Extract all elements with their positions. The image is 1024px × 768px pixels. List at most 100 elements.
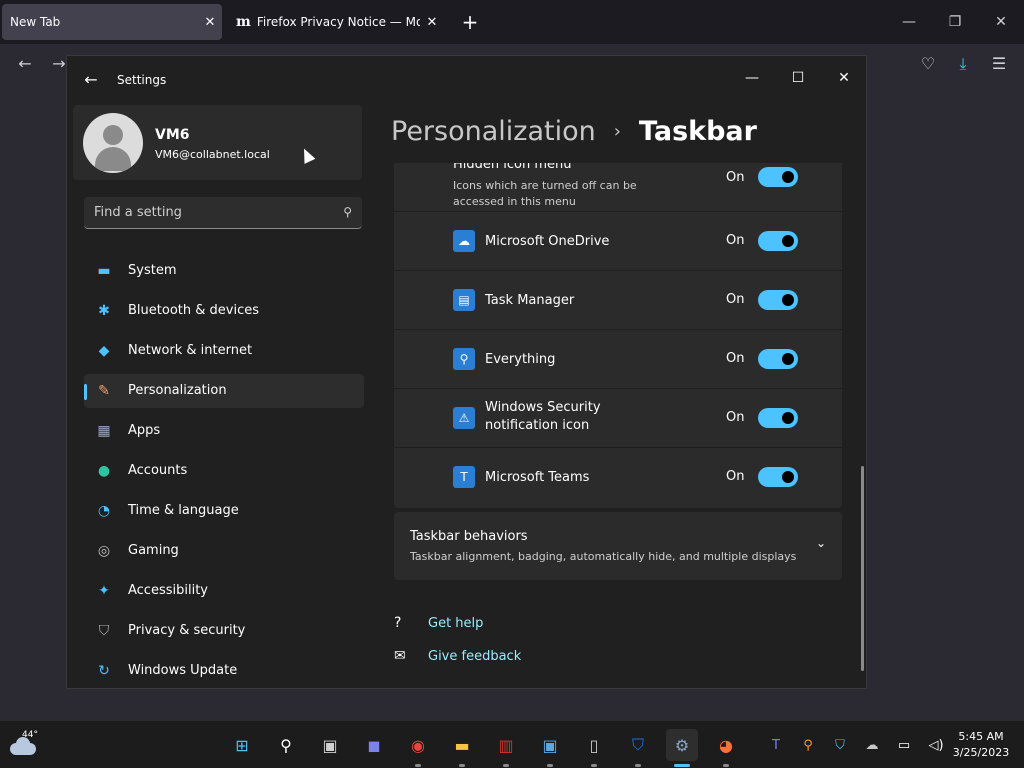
sidebar-item-accessibility[interactable]: ✦ Accessibility bbox=[84, 574, 364, 608]
mouse-cursor-icon bbox=[298, 146, 316, 164]
running-indicator bbox=[723, 764, 729, 767]
browser-tab-bar: New Tab ✕ m Firefox Privacy Notice — Moz… bbox=[0, 0, 1024, 44]
tray-app-name: Microsoft OneDrive bbox=[485, 234, 610, 249]
taskbar-clock[interactable]: 5:45 AM 3/25/2023 bbox=[944, 729, 1018, 761]
file-explorer-icon[interactable]: ▬ bbox=[446, 729, 478, 767]
firefox-icon[interactable]: ◕ bbox=[710, 729, 742, 767]
notepad-icon[interactable]: ▯ bbox=[578, 729, 610, 767]
sidebar-item-network-internet[interactable]: ◆ Network & internet bbox=[84, 334, 364, 368]
profile-email: VM6@collabnet.local bbox=[155, 148, 270, 161]
browser-restore-button[interactable]: ❐ bbox=[940, 10, 970, 34]
wifi-icon: ◆ bbox=[98, 343, 110, 359]
volume-tray-icon[interactable]: ◁) bbox=[926, 735, 946, 755]
breadcrumb: Personalization › Taskbar bbox=[391, 116, 757, 147]
tab-close-icon[interactable]: ✕ bbox=[198, 15, 222, 30]
settings-window: ← Settings — ☐ ✕ VM6 VM6@collabnet.local… bbox=[66, 55, 867, 689]
taskbar-glyph: ▯ bbox=[589, 735, 599, 755]
minimize-button[interactable]: — bbox=[729, 62, 775, 94]
tray-app-row: ▤ Task Manager On bbox=[394, 270, 842, 329]
tray-app-toggle[interactable] bbox=[758, 349, 798, 369]
weather-widget[interactable]: 44° bbox=[8, 729, 44, 761]
sidebar-item-time-language[interactable]: ◔ Time & language bbox=[84, 494, 364, 528]
content-scrollbar[interactable] bbox=[861, 466, 864, 671]
sidebar-item-label: Privacy & security bbox=[128, 623, 246, 638]
new-tab-button[interactable]: + bbox=[458, 10, 482, 34]
taskbar-glyph: ▥ bbox=[498, 735, 514, 755]
tray-app-name: Everything bbox=[485, 352, 556, 367]
browser-tab-privacy-notice[interactable]: m Firefox Privacy Notice — Mozill ✕ bbox=[228, 4, 444, 40]
get-help-link[interactable]: ? Get help bbox=[394, 615, 483, 631]
chat-icon[interactable]: ◼ bbox=[358, 729, 390, 761]
tray-app-toggle[interactable] bbox=[758, 231, 798, 251]
onedrive-tray-icon[interactable]: ☁ bbox=[862, 735, 882, 755]
sidebar-item-windows-update[interactable]: ↻ Windows Update bbox=[84, 654, 364, 688]
back-arrow-icon[interactable]: ← bbox=[12, 52, 38, 76]
taskbar-behaviors-expander[interactable]: Taskbar behaviors Taskbar alignment, bad… bbox=[394, 512, 842, 580]
sidebar-item-accounts[interactable]: ● Accounts bbox=[84, 454, 364, 488]
toggle-state: On bbox=[726, 292, 745, 307]
browser-tab-new-tab[interactable]: New Tab ✕ bbox=[2, 4, 222, 40]
start-icon[interactable]: ⊞ bbox=[226, 729, 258, 761]
settings-icon[interactable]: ⚙ bbox=[666, 729, 698, 767]
sidebar-item-label: Accounts bbox=[128, 463, 188, 478]
taskbar-glyph: ▣ bbox=[542, 735, 558, 755]
tray-app-row: ⚲ Everything On bbox=[394, 329, 842, 388]
taskbar-behaviors-title: Taskbar behaviors bbox=[410, 529, 528, 544]
everything-tray-icon[interactable]: ⚲ bbox=[798, 735, 818, 755]
sidebar-item-bluetooth-devices[interactable]: ✱ Bluetooth & devices bbox=[84, 294, 364, 328]
toolbox-icon[interactable]: ▥ bbox=[490, 729, 522, 767]
toggle-knob bbox=[782, 171, 794, 183]
pocket-icon[interactable]: ♡ bbox=[915, 52, 941, 76]
sidebar-item-label: Accessibility bbox=[128, 583, 208, 598]
toggle-knob bbox=[782, 412, 794, 424]
tray-app-toggle[interactable] bbox=[758, 408, 798, 428]
chevron-down-icon[interactable]: ⌄ bbox=[816, 536, 826, 550]
help-icon: ? bbox=[394, 615, 402, 631]
hamburger-menu-icon[interactable]: ☰ bbox=[986, 52, 1012, 76]
sidebar-item-personalization[interactable]: ✎ Personalization bbox=[84, 374, 364, 408]
download-icon[interactable]: ⤓ bbox=[950, 52, 976, 76]
monitor-icon: ▬ bbox=[97, 263, 111, 279]
selection-indicator bbox=[84, 384, 87, 400]
search-icon[interactable]: ⚲ bbox=[270, 729, 302, 761]
user-profile-card[interactable]: VM6 VM6@collabnet.local bbox=[73, 105, 362, 180]
close-button[interactable]: ✕ bbox=[821, 62, 866, 94]
sidebar-item-gaming[interactable]: ◎ Gaming bbox=[84, 534, 364, 568]
give-feedback-link[interactable]: ✉ Give feedback bbox=[394, 648, 521, 664]
tab-close-icon[interactable]: ✕ bbox=[420, 15, 444, 30]
browser-minimize-button[interactable]: — bbox=[894, 10, 924, 34]
sidebar-item-label: System bbox=[128, 263, 177, 278]
weather-temperature: 44° bbox=[22, 730, 38, 740]
running-indicator bbox=[503, 764, 509, 767]
defender-icon[interactable]: ⛉ bbox=[622, 729, 654, 767]
sidebar-item-label: Gaming bbox=[128, 543, 179, 558]
hidden-icon-menu-description: Icons which are turned off can be access… bbox=[453, 179, 637, 208]
sidebar-item-label: Personalization bbox=[128, 383, 227, 398]
sidebar-item-privacy-security[interactable]: ⛉ Privacy & security bbox=[84, 614, 364, 648]
taskbar-glyph: ▣ bbox=[322, 735, 338, 755]
breadcrumb-parent[interactable]: Personalization bbox=[391, 116, 596, 147]
content-pane: Hidden icon menu Icons which are turned … bbox=[394, 163, 842, 688]
tab-title: New Tab bbox=[10, 15, 61, 29]
sidebar-item-system[interactable]: ▬ System bbox=[84, 254, 364, 288]
avatar-head-icon bbox=[103, 125, 123, 145]
remote-desktop-icon[interactable]: ▣ bbox=[534, 729, 566, 767]
browser-close-button[interactable]: ✕ bbox=[986, 10, 1016, 34]
running-indicator bbox=[415, 764, 421, 767]
network-tray-icon[interactable]: ▭ bbox=[894, 735, 914, 755]
search-input[interactable]: Find a setting ⚲ bbox=[84, 197, 362, 229]
taskbar-glyph: ⚙ bbox=[674, 735, 690, 755]
teams-tray-icon[interactable]: T bbox=[766, 735, 786, 755]
hidden-icon-menu-toggle[interactable] bbox=[758, 167, 798, 187]
security-tray-icon[interactable]: ⛉ bbox=[830, 735, 850, 755]
back-arrow-icon[interactable]: ← bbox=[81, 70, 101, 90]
globe-clock-icon: ◔ bbox=[97, 503, 111, 519]
sidebar-item-label: Windows Update bbox=[128, 663, 238, 678]
maximize-button[interactable]: ☐ bbox=[775, 62, 821, 94]
chrome-icon[interactable]: ◉ bbox=[402, 729, 434, 767]
tray-app-toggle[interactable] bbox=[758, 467, 798, 487]
task-view-icon[interactable]: ▣ bbox=[314, 729, 346, 761]
sidebar-item-apps[interactable]: ▦ Apps bbox=[84, 414, 364, 448]
update-icon: ↻ bbox=[98, 663, 110, 679]
tray-app-toggle[interactable] bbox=[758, 290, 798, 310]
